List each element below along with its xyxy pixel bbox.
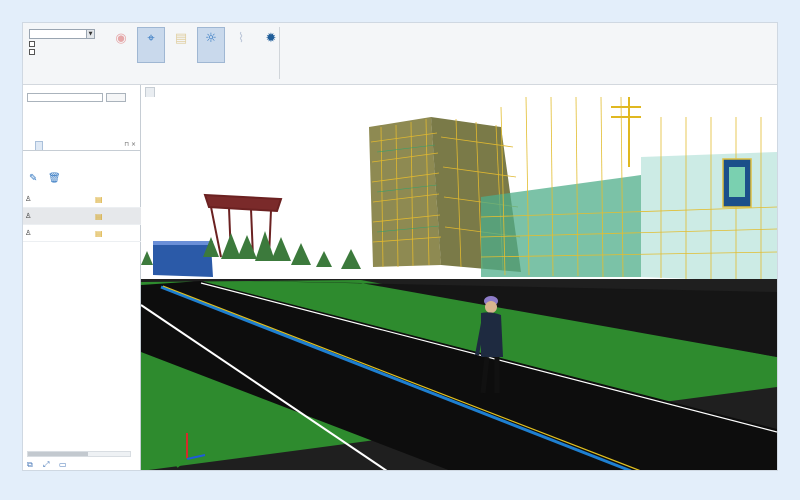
settings-button[interactable]: ✹ [257, 27, 285, 63]
checkbox-icon [29, 49, 35, 55]
page-icon[interactable]: ▭ [59, 461, 69, 469]
person-icon: ♙ [25, 195, 32, 203]
ribbon-divider [279, 27, 280, 79]
option-checkbox-1[interactable] [29, 41, 107, 47]
person-icon: ♙ [25, 229, 32, 237]
lightbulb-button[interactable]: ☼ [197, 27, 225, 63]
record-icon: ◉ [115, 31, 127, 46]
path-icon: ⌇ [237, 31, 245, 46]
document-icon: ▤ [174, 31, 188, 46]
scrollbar-thumb[interactable] [28, 452, 88, 456]
edit-icon[interactable]: ✎ [29, 173, 40, 184]
document-icon[interactable]: ▤ [95, 212, 105, 221]
panel-tab-2[interactable] [35, 141, 43, 150]
document-button[interactable]: ▤ [167, 27, 195, 63]
path-button[interactable]: ⌇ [227, 27, 255, 63]
3d-viewport[interactable] [141, 97, 777, 470]
location-button[interactable]: ⌖ [137, 27, 165, 63]
ribbon-tool-group: ◉ ⌖ ▤ ☼ ⌇ ✹ [107, 27, 285, 63]
view-select[interactable]: ▼ [29, 29, 95, 39]
panel-pin-close-icon[interactable]: ⊓ × [124, 141, 136, 148]
list-item[interactable]: ♙ ▤ [23, 191, 141, 208]
delete-icon[interactable]: 🗑 [48, 173, 61, 184]
panel-footer-icons: ⧉ ⤢ ▭ [27, 461, 69, 469]
blue-building [153, 243, 213, 277]
horizontal-scrollbar[interactable] [27, 451, 131, 457]
list-item[interactable]: ♙ ▤ [23, 225, 141, 242]
frame-icon[interactable]: ⧉ [27, 461, 37, 469]
location-pin-icon: ⌖ [147, 31, 155, 46]
lightbulb-icon: ☼ [205, 31, 217, 46]
option-checkbox-2[interactable] [29, 49, 107, 55]
document-icon[interactable]: ▤ [95, 229, 105, 238]
document-icon[interactable]: ▤ [95, 195, 105, 204]
checkbox-icon [29, 41, 35, 47]
record-button[interactable]: ◉ [107, 27, 135, 63]
chevron-down-icon: ▼ [86, 30, 94, 38]
expand-icon[interactable]: ⤢ [43, 461, 53, 469]
settings-gear-icon: ✹ [265, 31, 277, 46]
viewport-tab[interactable] [145, 87, 155, 97]
path-list: ♙ ▤ ♙ ▤ ♙ ▤ [23, 191, 141, 242]
project-action-button[interactable] [106, 93, 126, 102]
person-icon: ♙ [25, 212, 32, 220]
ribbon-toolbar: ▼ ◉ ⌖ ▤ ☼ ⌇ ✹ [23, 23, 777, 85]
panel-icon-row: ✎ 🗑 [29, 173, 61, 184]
project-select[interactable] [27, 93, 103, 102]
project-bar [27, 93, 126, 102]
panel-tab-1[interactable] [27, 141, 33, 150]
app-window: ▼ ◉ ⌖ ▤ ☼ ⌇ ✹ ⊓ × ✎ 🗑 ♙ ▤ ♙ ▤ ♙ ▤ ⧉ ⤢ ▭ [22, 22, 778, 471]
list-item[interactable]: ♙ ▤ [23, 208, 141, 225]
ribbon-options: ▼ [29, 29, 107, 55]
left-panel: ⊓ × ✎ 🗑 ♙ ▤ ♙ ▤ ♙ ▤ ⧉ ⤢ ▭ [23, 85, 141, 470]
panel-tab-bar [23, 141, 141, 151]
scene-render [141, 97, 777, 470]
